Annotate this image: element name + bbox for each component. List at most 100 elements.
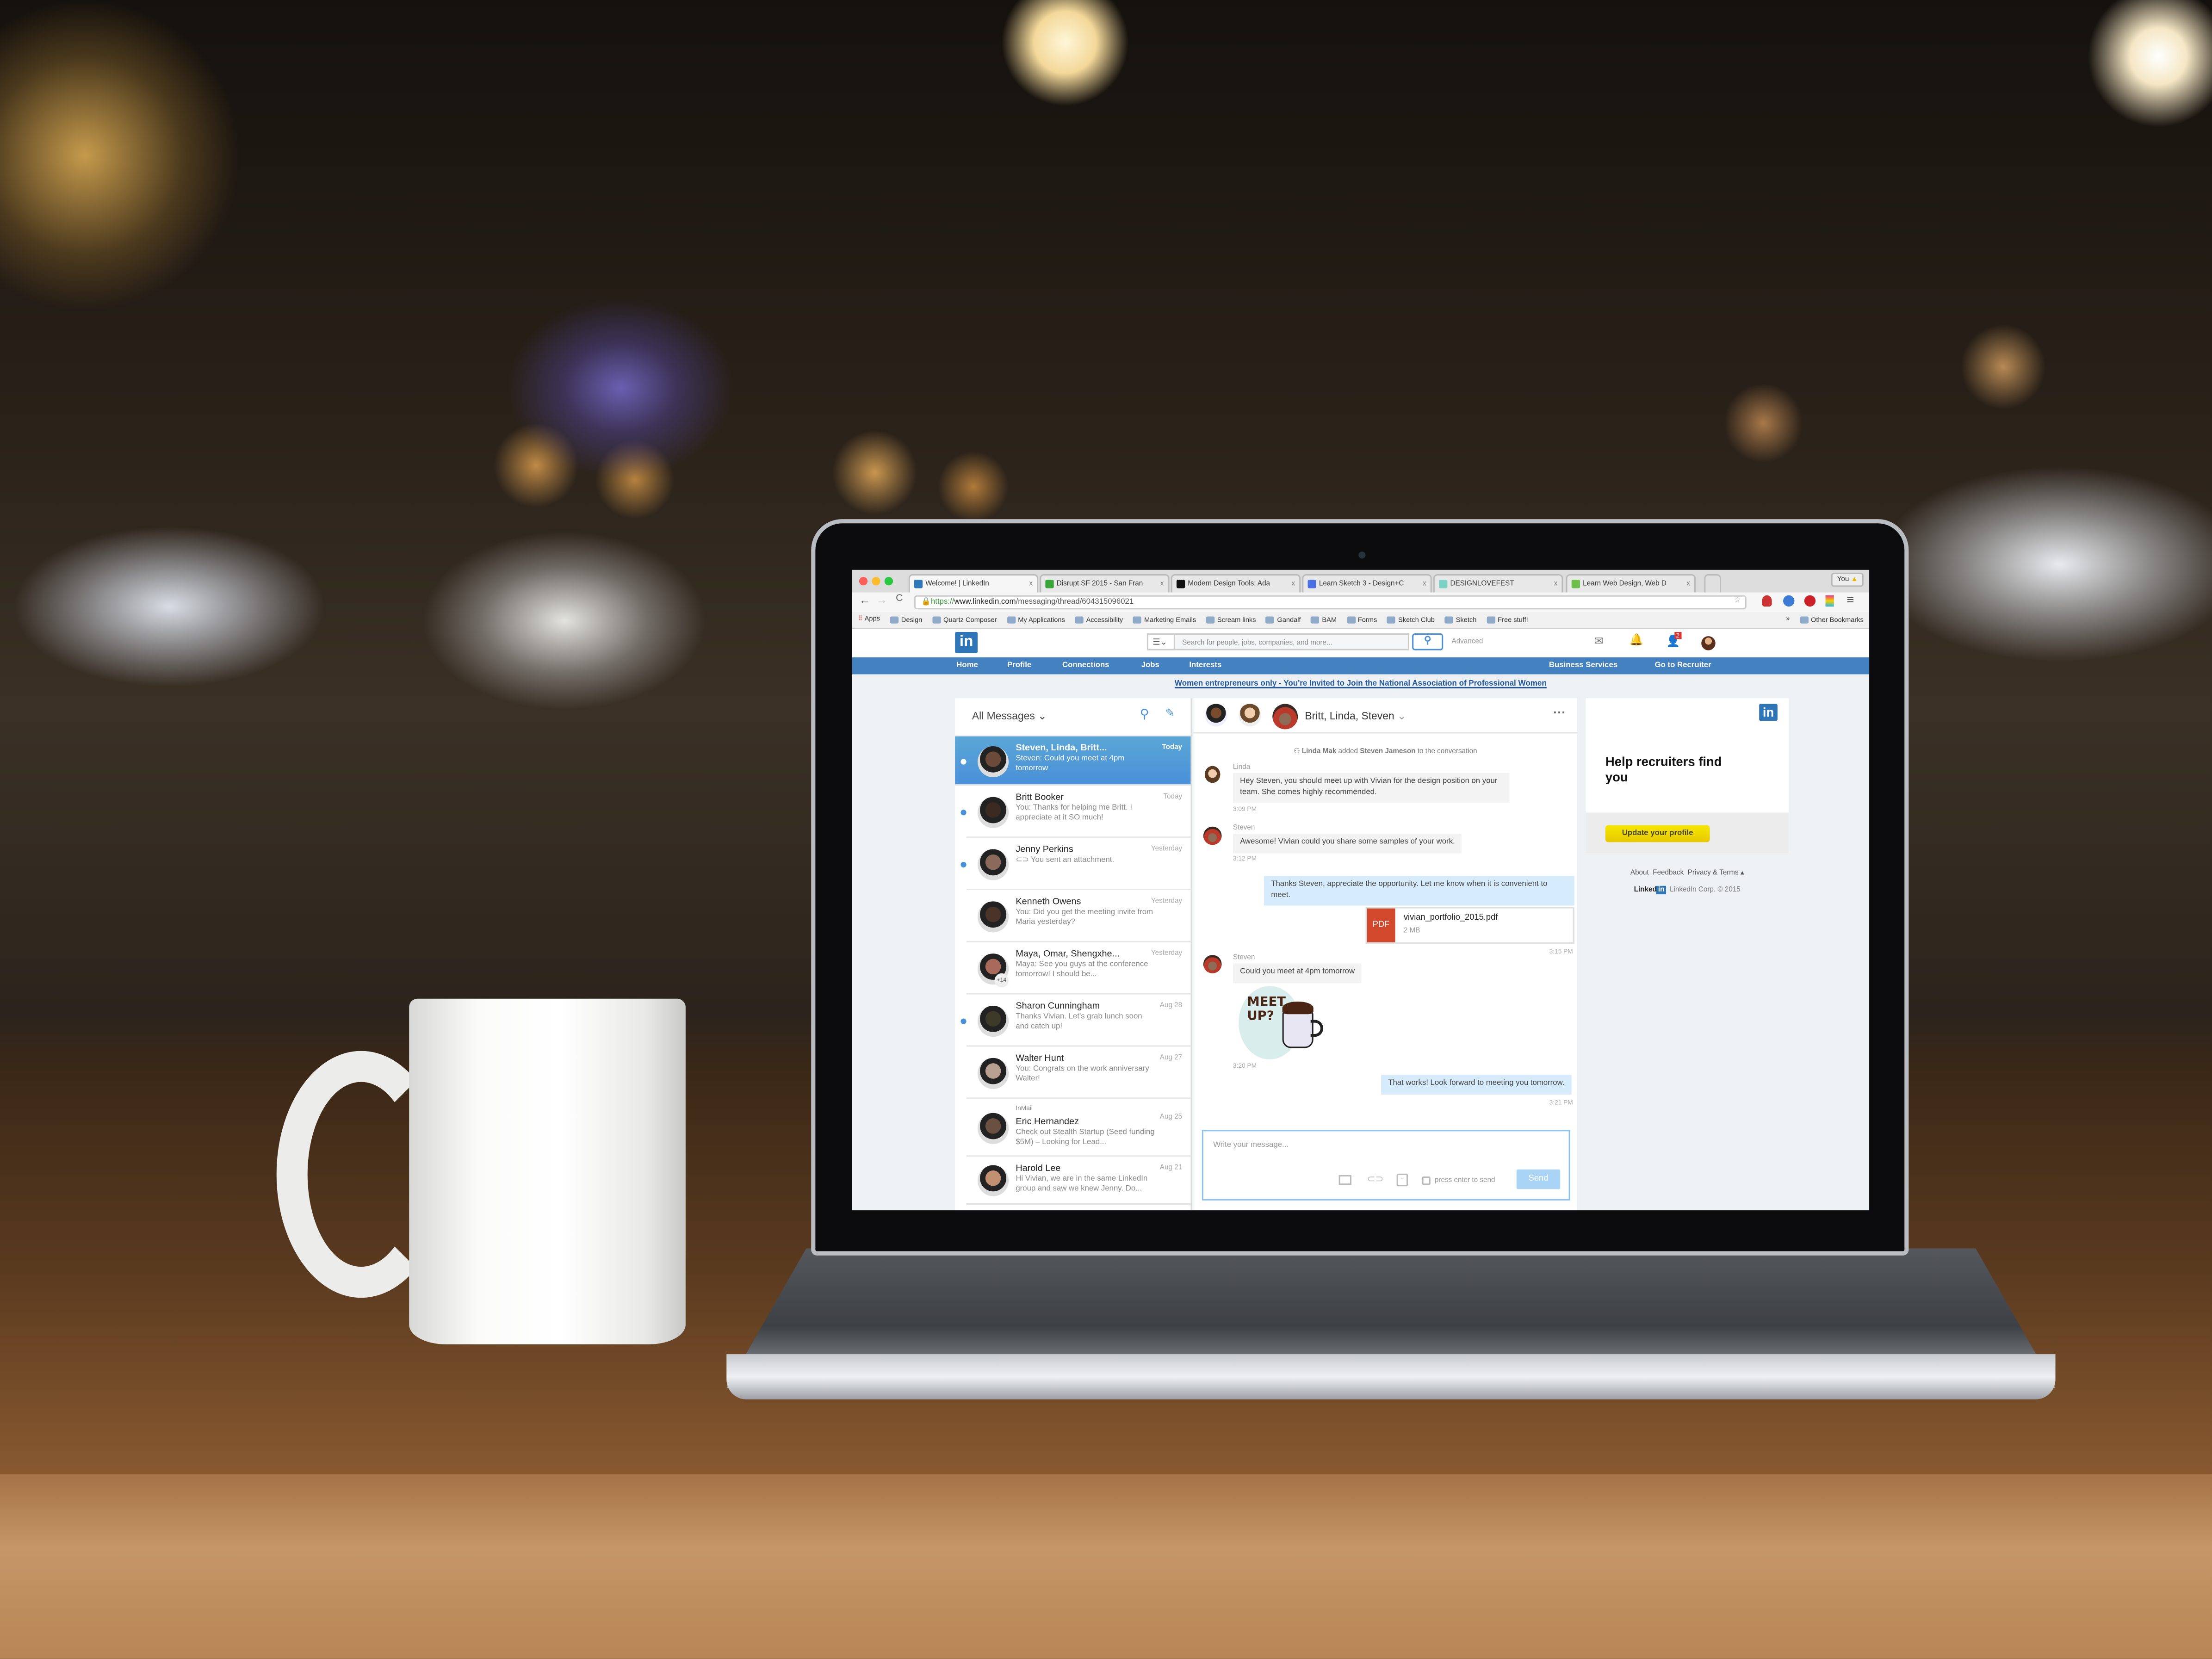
message-thread[interactable]: Kenneth Owens You: Did you get the meetin… bbox=[966, 890, 1191, 942]
avatar-steven bbox=[1203, 955, 1222, 973]
nav-business-services[interactable]: Business Services bbox=[1549, 661, 1617, 669]
browser-tab[interactable]: Learn Sketch 3 - Design+C x bbox=[1302, 574, 1432, 593]
promo-banner-link[interactable]: Women entrepreneurs only - You're Invite… bbox=[852, 680, 1869, 688]
advanced-search-link[interactable]: Advanced bbox=[1452, 638, 1483, 646]
message-thread[interactable]: Jenny Perkins ⊂⊃ You sent an attachment. Y… bbox=[960, 838, 1191, 890]
update-profile-button[interactable]: Update your profile bbox=[1605, 825, 1710, 842]
attach-file-paperclip-icon[interactable]: ⊂⊃ bbox=[1367, 1174, 1384, 1185]
search-category-dropdown[interactable]: ☰⌄ bbox=[1146, 633, 1175, 650]
linkedin-logo[interactable]: in bbox=[955, 631, 978, 653]
browser-tab[interactable]: Welcome! | LinkedIn x bbox=[908, 574, 1039, 593]
footer-privacy-link[interactable]: Privacy & Terms bbox=[1688, 869, 1739, 877]
bookmark-item[interactable]: Free stuff! bbox=[1486, 615, 1528, 624]
sticker-emoji-icon[interactable]: ᵕ bbox=[1396, 1173, 1408, 1187]
extension-color-icon[interactable] bbox=[1825, 595, 1834, 607]
profile-button[interactable]: You ▲ bbox=[1831, 572, 1864, 587]
search-input[interactable]: Search for people, jobs, companies, and … bbox=[1146, 633, 1410, 650]
message-input[interactable]: Write your message... bbox=[1213, 1141, 1289, 1150]
menu-icon[interactable]: ≡ bbox=[1846, 593, 1854, 607]
close-window-button[interactable] bbox=[859, 577, 868, 586]
participant-avatar-steven[interactable] bbox=[1272, 704, 1298, 730]
bookmark-item[interactable]: Scream links bbox=[1206, 615, 1256, 624]
bookmark-item[interactable]: Quartz Composer bbox=[932, 615, 997, 624]
thread-name: Steven, Linda, Britt... bbox=[1016, 743, 1107, 754]
browser-tab[interactable]: DESIGNLOVEFEST x bbox=[1433, 574, 1563, 593]
search-button[interactable]: ⚲ bbox=[1412, 633, 1444, 650]
nav-profile[interactable]: Profile bbox=[1007, 661, 1031, 669]
tab-title: Learn Sketch 3 - Design+C bbox=[1319, 580, 1404, 588]
bookmark-star-icon[interactable]: ☆ bbox=[1734, 597, 1741, 605]
notifications-bell-icon[interactable]: 🔔 bbox=[1630, 633, 1643, 646]
message-thread[interactable]: Walter Hunt You: Congrats on the work ann… bbox=[966, 1046, 1191, 1099]
tab-title: DESIGNLOVEFEST bbox=[1450, 580, 1514, 588]
extension-pinterest-icon[interactable] bbox=[1804, 595, 1816, 607]
extension-acrobat-icon[interactable] bbox=[1762, 595, 1772, 607]
more-options-icon[interactable]: ··· bbox=[1553, 706, 1566, 719]
tab-close-icon[interactable]: x bbox=[1554, 580, 1558, 588]
bookmark-item[interactable]: Forms bbox=[1346, 615, 1377, 624]
photo-scene: Welcome! | LinkedIn x Disrupt SF 2015 - Sa… bbox=[0, 0, 2212, 1659]
attach-image-icon[interactable] bbox=[1338, 1175, 1352, 1185]
message-thread[interactable]: Harold Lee Hi Vivian, we are in the same … bbox=[966, 1157, 1191, 1205]
tab-close-icon[interactable]: x bbox=[1686, 580, 1690, 588]
system-actor: Linda Mak bbox=[1301, 748, 1337, 756]
unread-dot bbox=[960, 758, 967, 764]
minimize-window-button[interactable] bbox=[872, 577, 880, 586]
bookmark-item[interactable]: BAM bbox=[1310, 615, 1337, 624]
bookmark-item[interactable]: Marketing Emails bbox=[1133, 615, 1196, 624]
bookmark-item[interactable]: My Applications bbox=[1006, 615, 1065, 624]
tab-close-icon[interactable]: x bbox=[1029, 580, 1033, 588]
thread-preview-text: You sent an attachment. bbox=[1030, 856, 1115, 865]
message-thread[interactable]: Steven, Linda, Britt... Steven: Could you… bbox=[955, 736, 1191, 786]
nav-home[interactable]: Home bbox=[956, 661, 978, 669]
nav-jobs[interactable]: Jobs bbox=[1141, 661, 1159, 669]
footer-about-link[interactable]: About bbox=[1630, 869, 1649, 877]
message-thread[interactable]: Britt Booker You: Thanks for helping me B… bbox=[960, 786, 1191, 838]
nav-go-to-recruiter[interactable]: Go to Recruiter bbox=[1655, 661, 1711, 669]
browser-tab[interactable]: Disrupt SF 2015 - San Fran x bbox=[1040, 574, 1170, 593]
tab-close-icon[interactable]: x bbox=[1291, 580, 1295, 588]
enter-to-send-label: press enter to send bbox=[1434, 1176, 1495, 1185]
tab-close-icon[interactable]: x bbox=[1423, 580, 1426, 588]
search-messages-icon[interactable]: ⚲ bbox=[1140, 707, 1149, 723]
compose-icon[interactable]: ✎ bbox=[1165, 707, 1175, 719]
message-thread[interactable]: Sharon Cunningham Thanks Vivian. Let's gr… bbox=[960, 995, 1191, 1047]
bookmark-item[interactable]: Sketch Club bbox=[1387, 615, 1435, 624]
url-path: /messaging/thread/604315096021 bbox=[1016, 598, 1134, 607]
bookmark-item[interactable]: Sketch bbox=[1444, 615, 1476, 624]
other-bookmarks[interactable]: Other Bookmarks bbox=[1799, 615, 1864, 624]
bookmark-item[interactable]: ⠿ Apps bbox=[858, 616, 880, 623]
address-bar[interactable]: 🔒https://www.linkedin.com/messaging/thre… bbox=[914, 595, 1747, 610]
message-thread[interactable]: +14 Maya, Omar, Shengxhe... Maya: See you … bbox=[966, 942, 1191, 995]
send-button[interactable]: Send bbox=[1516, 1169, 1561, 1189]
footer-feedback-link[interactable]: Feedback bbox=[1653, 869, 1684, 877]
message-thread[interactable]: InMail Eric Hernandez Check out Stealth St… bbox=[966, 1099, 1191, 1157]
bookmark-item[interactable]: Design bbox=[890, 615, 922, 624]
file-attachment[interactable]: PDF vivian_portfolio_2015.pdf 2 MB bbox=[1365, 907, 1574, 944]
nav-connections[interactable]: Connections bbox=[1062, 661, 1109, 669]
user-avatar[interactable] bbox=[1701, 636, 1716, 650]
conversation-title[interactable]: Britt, Linda, Steven ⌄ bbox=[1305, 710, 1406, 722]
unread-dot bbox=[960, 861, 967, 867]
browser-tab[interactable]: Learn Web Design, Web D x bbox=[1566, 574, 1696, 593]
thread-preview: You: Thanks for helping me Britt. I appr… bbox=[1016, 804, 1157, 823]
thread-name: Maya, Omar, Shengxhe... bbox=[1016, 949, 1120, 959]
thread-name: Walter Hunt bbox=[1016, 1053, 1064, 1064]
browser-tab[interactable]: Modern Design Tools: Ada x bbox=[1171, 574, 1301, 593]
maximize-window-button[interactable] bbox=[884, 577, 893, 586]
enter-to-send-checkbox[interactable] bbox=[1422, 1176, 1431, 1185]
nav-interests[interactable]: Interests bbox=[1189, 661, 1221, 669]
all-messages-filter[interactable]: All Messages ⌄ bbox=[972, 710, 1047, 722]
messages-envelope-icon[interactable]: ✉ bbox=[1594, 635, 1603, 647]
participant-avatar-britt[interactable] bbox=[1204, 704, 1227, 727]
bookmarks-overflow[interactable]: » bbox=[1786, 616, 1790, 623]
bookmark-item[interactable]: Accessibility bbox=[1075, 615, 1123, 624]
extension-blue-icon[interactable] bbox=[1783, 595, 1795, 607]
back-icon[interactable]: ← bbox=[859, 594, 870, 607]
forward-icon[interactable]: → bbox=[876, 594, 887, 607]
new-tab-button[interactable] bbox=[1704, 574, 1721, 593]
reload-icon[interactable]: C bbox=[896, 594, 903, 604]
bookmark-item[interactable]: Gandalf bbox=[1265, 615, 1301, 624]
tab-close-icon[interactable]: x bbox=[1160, 580, 1164, 588]
participant-avatar-linda[interactable] bbox=[1239, 704, 1261, 727]
